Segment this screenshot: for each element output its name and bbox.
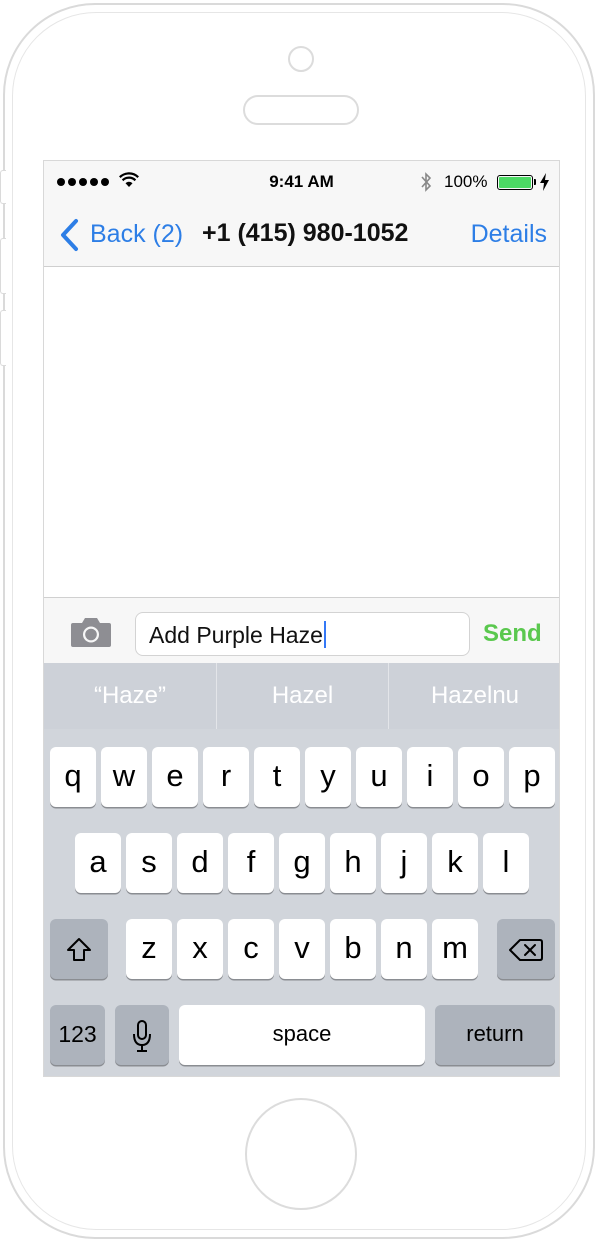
back-button[interactable]: Back (2)	[90, 220, 183, 249]
bluetooth-icon	[421, 172, 432, 192]
details-button[interactable]: Details	[471, 220, 547, 249]
shift-key[interactable]	[50, 919, 108, 979]
message-input[interactable]: Add Purple Haze	[135, 612, 470, 656]
message-input-text: Add Purple Haze	[149, 622, 323, 648]
predictive-text-bar: “Haze” Hazel Hazelnu	[44, 663, 559, 729]
key-q[interactable]: q	[50, 747, 96, 807]
conversation-title: +1 (415) 980-1052	[202, 219, 409, 247]
charging-icon	[540, 173, 549, 191]
back-chevron-icon[interactable]	[58, 218, 80, 252]
battery-percent: 100%	[444, 172, 488, 191]
key-f[interactable]: f	[228, 833, 274, 893]
key-a[interactable]: a	[75, 833, 121, 893]
delete-key[interactable]	[497, 919, 555, 979]
send-button[interactable]: Send	[483, 620, 542, 648]
key-b[interactable]: b	[330, 919, 376, 979]
battery-level-fill	[499, 177, 531, 188]
prediction-1[interactable]: “Haze”	[44, 663, 216, 729]
key-g[interactable]: g	[279, 833, 325, 893]
front-camera	[288, 46, 314, 72]
delete-icon	[509, 938, 543, 961]
space-key[interactable]: space	[179, 1005, 425, 1065]
key-o[interactable]: o	[458, 747, 504, 807]
key-r[interactable]: r	[203, 747, 249, 807]
battery-icon	[497, 175, 533, 190]
volume-up-button	[0, 238, 6, 294]
key-l[interactable]: l	[483, 833, 529, 893]
dictation-key[interactable]	[115, 1005, 169, 1065]
key-i[interactable]: i	[407, 747, 453, 807]
status-bar: 9:41 AM 100%	[44, 161, 559, 203]
key-c[interactable]: c	[228, 919, 274, 979]
shift-icon	[67, 937, 91, 961]
key-z[interactable]: z	[126, 919, 172, 979]
key-x[interactable]: x	[177, 919, 223, 979]
screen: 9:41 AM 100% Back (2) +1 (415) 980-1052 …	[43, 160, 560, 1077]
message-list[interactable]	[44, 267, 559, 597]
navigation-bar: Back (2) +1 (415) 980-1052 Details	[44, 203, 559, 267]
key-n[interactable]: n	[381, 919, 427, 979]
key-e[interactable]: e	[152, 747, 198, 807]
compose-bar: Add Purple Haze Send	[44, 597, 559, 663]
key-p[interactable]: p	[509, 747, 555, 807]
key-w[interactable]: w	[101, 747, 147, 807]
earpiece-speaker	[243, 95, 359, 125]
microphone-icon	[133, 1019, 151, 1052]
return-key[interactable]: return	[435, 1005, 555, 1065]
keyboard: q w e r t y u i o p a s d f g h j k l z …	[44, 729, 559, 1076]
camera-icon[interactable]	[70, 616, 112, 648]
key-k[interactable]: k	[432, 833, 478, 893]
text-caret	[323, 621, 326, 648]
key-m[interactable]: m	[432, 919, 478, 979]
key-j[interactable]: j	[381, 833, 427, 893]
battery-tip	[534, 179, 536, 185]
prediction-3[interactable]: Hazelnu	[389, 663, 559, 729]
prediction-2[interactable]: Hazel	[217, 663, 388, 729]
key-t[interactable]: t	[254, 747, 300, 807]
numbers-key[interactable]: 123	[50, 1005, 105, 1065]
key-d[interactable]: d	[177, 833, 223, 893]
mute-switch	[0, 170, 6, 204]
volume-down-button	[0, 310, 6, 366]
key-y[interactable]: y	[305, 747, 351, 807]
key-v[interactable]: v	[279, 919, 325, 979]
home-button[interactable]	[245, 1098, 357, 1210]
key-u[interactable]: u	[356, 747, 402, 807]
key-s[interactable]: s	[126, 833, 172, 893]
key-h[interactable]: h	[330, 833, 376, 893]
